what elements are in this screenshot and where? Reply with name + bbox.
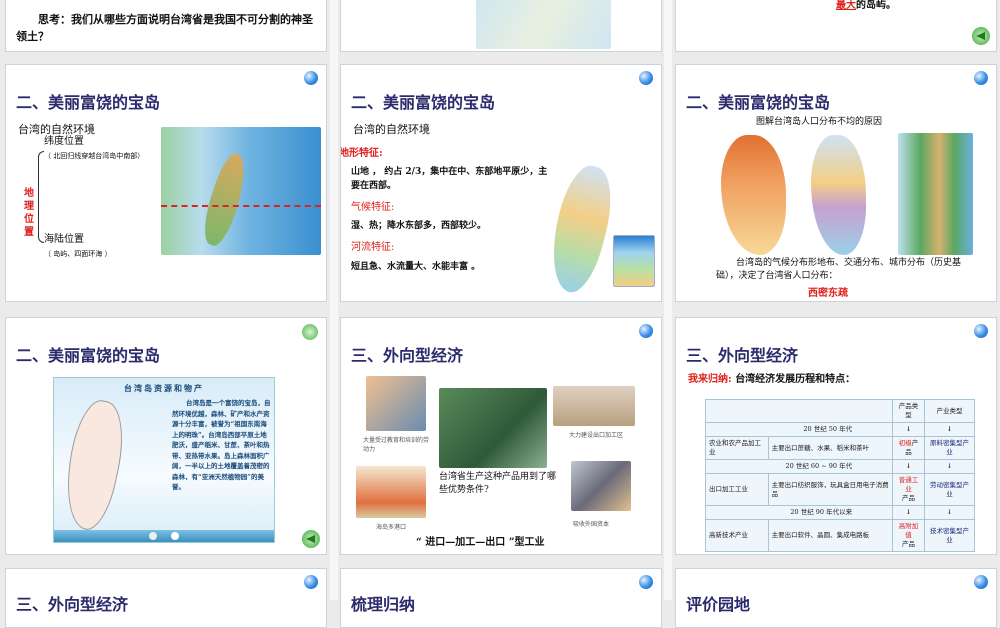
latitude-note: （ 北回归线穿越台湾岛中南部） (44, 152, 145, 160)
slide-thumbnail-2[interactable] (340, 0, 662, 52)
globe-icon (639, 324, 653, 338)
slide-title: 二、美丽富饶的宝岛 (686, 93, 831, 112)
terrain-text: 山地 ， 约占 2/3，集中在中、东部地平原少，主要在西部。 (351, 167, 548, 191)
slide-title: 三、外向型经济 (686, 346, 799, 365)
back-icon[interactable] (972, 27, 990, 45)
terrain-heading: 地形特征: (340, 148, 383, 159)
bracket (38, 151, 44, 243)
slide-thumbnail-11[interactable]: 梳理归纳 (340, 568, 662, 628)
slide-title: 三、外向型经济 (351, 346, 464, 365)
slide-thumbnail-5[interactable]: 二、美丽富饶的宝岛 台湾的自然环境 地形特征: 山地 ， 约占 2/3，集中在中… (340, 64, 662, 302)
sea-land-label: 海陆位置 (44, 234, 84, 245)
slide-thumbnail-3[interactable]: 最大的岛屿。 (675, 0, 997, 52)
globe-icon (639, 71, 653, 85)
table-row: 农业和农产品加工业 主要出口蔗糖、水果、稻米和茶叶 初级产品 原料密集型产业 (705, 436, 976, 460)
slide-title: 梳理归纳 (351, 595, 416, 614)
next-button[interactable] (171, 532, 179, 540)
footer-text: “ 进口—加工—出口 ”型工业 (416, 537, 545, 548)
river-text: 短且急、水流量大、水能丰富 。 (351, 262, 481, 272)
motherboard-image (439, 388, 547, 468)
slide-thumbnail-4[interactable]: 二、美丽富饶的宝岛 台湾的自然环境 地理位置 纬度位置 （ 北回归线穿越台湾岛中… (5, 64, 327, 302)
video-icon[interactable] (302, 324, 318, 340)
taiwan-climate-map (540, 160, 622, 298)
slide-text: 最大的岛屿。 (836, 0, 896, 11)
port-illustration (356, 466, 426, 518)
globe-icon (304, 575, 318, 589)
slide-text: 思考：我们从哪些方面说明台湾省是我国不可分割的神圣领土？ (16, 13, 313, 43)
taiwan-resource-map (56, 396, 132, 534)
panel-title: 台湾岛资源和物产 (124, 384, 204, 393)
back-icon[interactable] (302, 530, 320, 548)
bracket-label: 地理位置 (24, 188, 34, 238)
slide-thumbnail-1[interactable]: 思考：我们从哪些方面说明台湾省是我国不可分割的神圣领土？ (5, 0, 327, 52)
sea-land-note: （ 岛屿、四面环海 ） (44, 250, 112, 258)
slide-title: 三、外向型经济 (16, 595, 129, 614)
taiwan-topographic-map (161, 127, 321, 255)
tropic-line (161, 205, 321, 207)
river-heading: 河流特征: (351, 242, 395, 253)
slide-thumbnail-12[interactable]: 评价园地 (675, 568, 997, 628)
workers-illustration (366, 376, 426, 431)
capital-illustration (571, 461, 631, 511)
climate-text: 湿、热；降水东部多，西部较少。 (351, 221, 487, 231)
economy-table: 产品类型 产业类型 20 世纪 50 年代 ↓ ↓ 农业和农产品加工业 主要出口蔗糖、水… (704, 399, 976, 552)
slide-title: 二、美丽富饶的宝岛 (16, 93, 161, 112)
panel-text: 台湾岛是一个富饶的宝岛，自然环境优越，森林、矿产和水产资源十分丰富，被誉为“祖国… (172, 399, 271, 491)
caption-port: 海岛多港口 (376, 524, 407, 531)
globe-icon (304, 71, 318, 85)
table-row: 高新技术产业 主要出口软件、晶圆、集成电路板 高附加值 产品 技术密集型产业 (705, 519, 976, 552)
slide-thumbnail-7[interactable]: 二、美丽富饶的宝岛 台湾岛资源和物产 台湾岛是一个富饶的宝岛，自然环境优越，森林… (5, 317, 327, 555)
lead-line: 我来归纳: 台湾经济发展历程和特点： (688, 374, 856, 385)
table-era-row: 20 世纪 50 年代 ↓ ↓ (704, 422, 976, 437)
conclusion-text: 西密东疏 (808, 288, 848, 299)
slide-title: 评价园地 (686, 595, 751, 614)
globe-icon (974, 575, 988, 589)
slide-thumbnail-10[interactable]: 三、外向型经济 (5, 568, 327, 628)
question-text: 台湾省生产这种产品用到了哪些优势条件? (439, 472, 557, 495)
slide-subtitle: 图解台湾岛人口分布不均的原因 (756, 117, 883, 127)
caption-zone: 大力建设出口加工区 (569, 432, 624, 439)
map-legend (613, 235, 655, 287)
slide-title: 二、美丽富饶的宝岛 (351, 93, 496, 112)
globe-icon (974, 324, 988, 338)
globe-icon (974, 71, 988, 85)
slide-thumbnail-9[interactable]: 三、外向型经济 我来归纳: 台湾经济发展历程和特点： 产品类型 产业类型 20 世… (675, 317, 997, 555)
slide-thumbnail-6[interactable]: 二、美丽富饶的宝岛 图解台湾岛人口分布不均的原因 台湾岛的气候分布形地布、交通分… (675, 64, 997, 302)
population-density-map (721, 135, 786, 255)
column-gap (664, 0, 672, 600)
map-image (476, 0, 611, 49)
column-gap (330, 0, 338, 600)
slide-title: 二、美丽富饶的宝岛 (16, 346, 161, 365)
resources-panel: 台湾岛资源和物产 台湾岛是一个富饶的宝岛，自然环境优越，森林、矿产和水产资源十分… (53, 377, 275, 543)
caption-capital: 吸收外国资本 (573, 521, 610, 528)
slide-text: 台湾岛的气候分布形地布、交通分布、城市分布（历史基础），决定了台湾省人口分布： (716, 258, 962, 281)
slide-thumbnail-8[interactable]: 三、外向型经济 大量受过教育和培训的劳动力 大力建设出口加工区 海岛多港口 台湾… (340, 317, 662, 555)
table-era-row: 20 世纪 60 ~ 90 年代 ↓ ↓ (704, 459, 976, 474)
latitude-label: 纬度位置 (44, 136, 84, 147)
table-header-row: 产品类型 产业类型 (704, 399, 976, 423)
factory-illustration (553, 386, 635, 426)
topographic-map (898, 133, 973, 255)
panel-toolbar (54, 530, 274, 542)
caption-labor: 大量受过教育和培训的劳动力 (363, 437, 430, 453)
climate-heading: 气候特征: (351, 202, 395, 213)
prev-button[interactable] (149, 532, 157, 540)
globe-icon (639, 575, 653, 589)
table-row: 出口加工工业 主要出口纺织服饰，玩具盒日用电子消费品 普通工业 产品 劳动密集型产业 (705, 473, 976, 506)
climate-map (811, 135, 866, 255)
table-era-row: 20 世纪 90 年代以来 ↓ ↓ (704, 505, 976, 520)
slide-subtitle: 台湾的自然环境 (353, 123, 430, 136)
